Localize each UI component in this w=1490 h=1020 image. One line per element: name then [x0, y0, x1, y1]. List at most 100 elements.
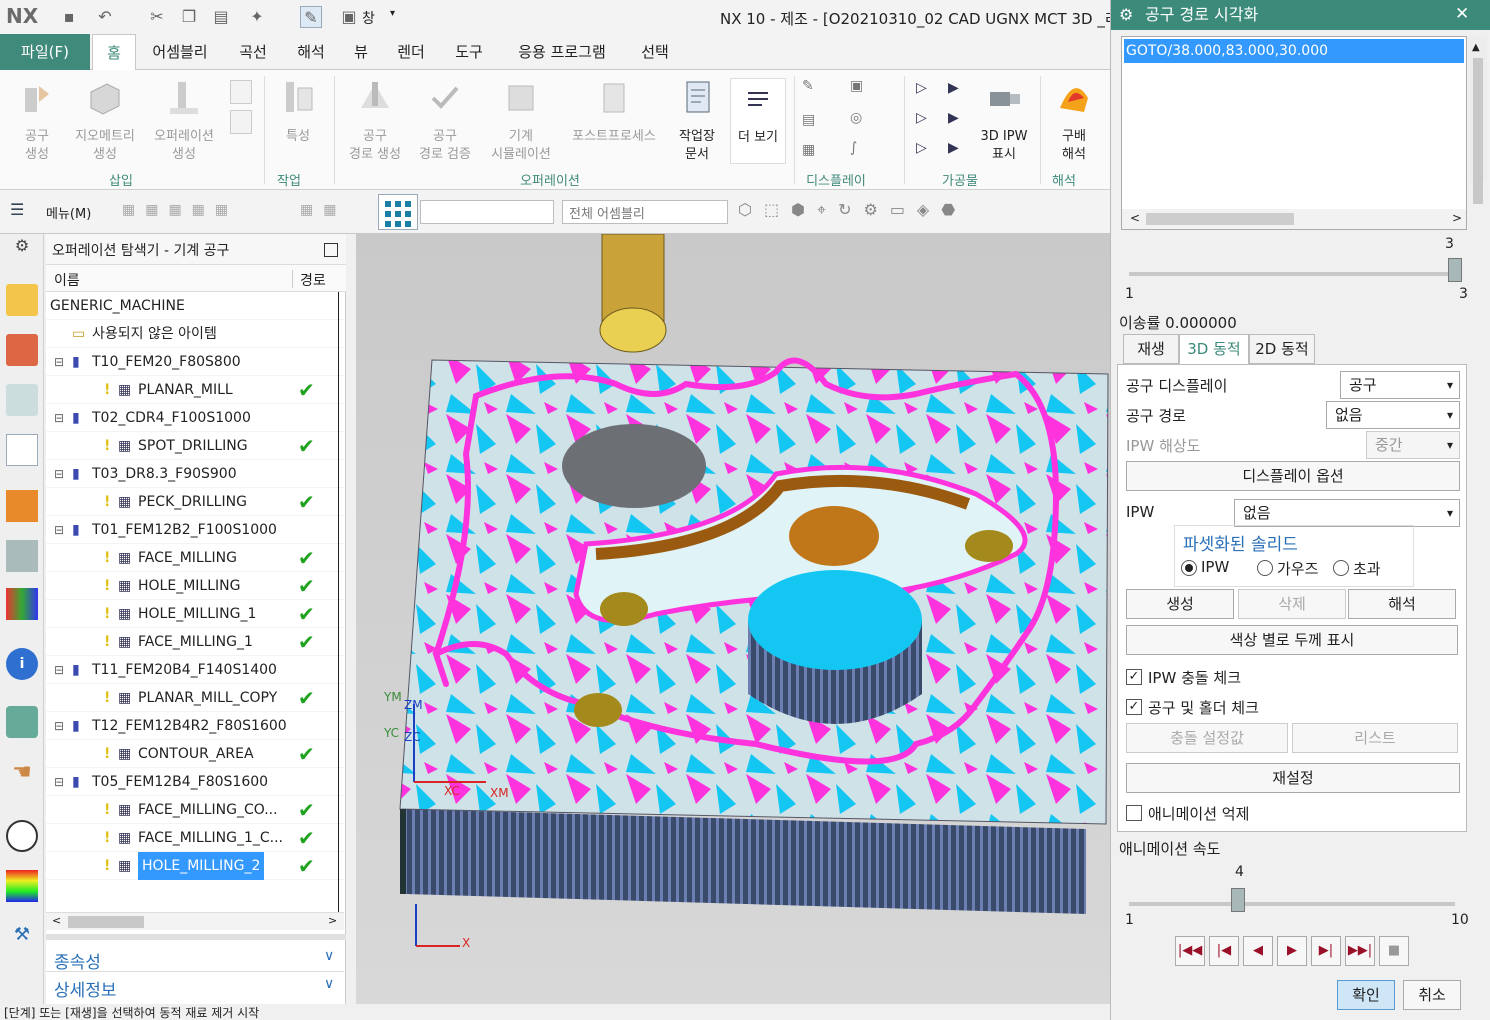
display-icon-6[interactable]: ∫: [850, 140, 876, 162]
radio-excess[interactable]: [1333, 560, 1349, 576]
collapse-icon[interactable]: ⊟: [54, 656, 64, 684]
generate-toolpath-button[interactable]: 공구 경로 생성: [342, 78, 408, 164]
tree-row[interactable]: ⊟ ▮ T02_CDR4_F100S1000: [46, 404, 344, 432]
roles-icon[interactable]: [6, 490, 38, 522]
tree-row[interactable]: ! ▦ HOLE_MILLING_2 ✔: [46, 852, 344, 880]
tree-row[interactable]: ! ▦ FACE_MILLING ✔: [46, 544, 344, 572]
reset-button[interactable]: 재설정: [1126, 763, 1460, 793]
tree-row[interactable]: ⊟ ▮ T11_FEM20B4_F140S1400: [46, 656, 344, 684]
stop-icon[interactable]: ■: [1379, 936, 1409, 966]
collapse-icon[interactable]: ⊟: [54, 516, 64, 544]
palette-icon[interactable]: [6, 588, 38, 620]
step-slider-thumb[interactable]: [1448, 258, 1462, 282]
menu-button[interactable]: 메뉴(M): [46, 203, 91, 222]
machine-simulation-button[interactable]: 기계 시뮬레이션: [484, 78, 558, 164]
tool-display-dropdown[interactable]: 공구: [1340, 371, 1460, 399]
undo-icon[interactable]: ↶: [94, 6, 116, 28]
create-operation-button[interactable]: 오퍼레이션 생성: [146, 78, 222, 164]
blank-icon-6[interactable]: ▶: [948, 140, 959, 156]
display-icon-2[interactable]: ▤: [802, 112, 828, 134]
ipw-dropdown[interactable]: 없음: [1234, 499, 1460, 527]
cl-listbox[interactable]: GOTO/38.000,83.000,30.000 < >: [1121, 36, 1467, 230]
tree-row[interactable]: ⊟ ▮ T05_FEM12B4_F80S1600: [46, 768, 344, 796]
tree-row[interactable]: ⊟ ▮ T12_FEM12B4R2_F80S1600: [46, 712, 344, 740]
chevron-right-icon[interactable]: >: [328, 914, 337, 927]
details-section[interactable]: 상세정보 ∨: [46, 974, 344, 1001]
postprocess-button[interactable]: 포스트프로세스: [564, 78, 664, 146]
tab-render[interactable]: 렌더: [388, 34, 434, 70]
tree-row[interactable]: GENERIC_MACHINE: [46, 292, 344, 320]
tab-3d-dynamic[interactable]: 3D 동적: [1179, 334, 1249, 365]
tree-row[interactable]: ⊟ ▮ T03_DR8.3_F90S900: [46, 460, 344, 488]
scrollbar-thumb[interactable]: [1146, 213, 1294, 225]
selection-grid-icon[interactable]: [378, 194, 418, 230]
small-geometry-icon[interactable]: [230, 110, 252, 134]
tree-row[interactable]: ▭ 사용되지 않은 아이템: [46, 320, 344, 348]
speed-slider-thumb[interactable]: [1230, 888, 1245, 912]
reuse-library-icon[interactable]: [6, 384, 38, 416]
tab-analysis[interactable]: 해석: [286, 34, 336, 70]
display-icon-5[interactable]: ◎: [850, 110, 876, 132]
tree-row[interactable]: ⊟ ▮ T10_FEM20_F80S800: [46, 348, 344, 376]
column-path[interactable]: 경로: [300, 270, 326, 290]
type-filter-combo[interactable]: [420, 200, 554, 224]
collision-settings-button[interactable]: 충돌 설정값: [1126, 723, 1288, 753]
chevron-left-icon[interactable]: <: [1130, 211, 1140, 225]
create-geometry-button[interactable]: 지오메트리 생성: [66, 78, 144, 164]
horizontal-scrollbar[interactable]: < >: [46, 912, 344, 930]
step-back-icon[interactable]: |◀: [1209, 936, 1239, 966]
list-button[interactable]: 리스트: [1292, 723, 1458, 753]
constraint-navigator-icon[interactable]: [6, 334, 38, 366]
step-slider-track[interactable]: [1129, 272, 1455, 276]
tree-row[interactable]: ⊟ ▮ T01_FEM12B2_F100S1000: [46, 516, 344, 544]
paste-icon[interactable]: ▤: [210, 6, 232, 28]
chevron-down-icon[interactable]: ▾: [390, 8, 395, 19]
tree-row[interactable]: ! ▦ PLANAR_MILL ✔: [46, 376, 344, 404]
blank-icon-3[interactable]: ▷: [916, 110, 927, 126]
cancel-button[interactable]: 취소: [1403, 980, 1461, 1010]
graphics-viewport[interactable]: YM ZM YC ZC XC XM X: [356, 233, 1110, 1004]
view-icons[interactable]: ▦▦▦▦▦: [122, 202, 282, 222]
tree-row[interactable]: ! ▦ HOLE_MILLING ✔: [46, 572, 344, 600]
delete-button[interactable]: 삭제: [1238, 589, 1346, 619]
speed-slider-track[interactable]: [1129, 902, 1455, 906]
hand-icon[interactable]: ☚: [6, 760, 38, 792]
chevron-right-icon[interactable]: >: [1452, 211, 1462, 225]
snap-icons[interactable]: ⬡⬚⬢⌖↻⚙▭◈⬣: [738, 200, 1098, 224]
window-menu[interactable]: 창: [362, 8, 375, 28]
color-thickness-button[interactable]: 색상 별로 두께 표시: [1126, 625, 1458, 655]
clock-icon[interactable]: [6, 820, 38, 852]
create-tool-button[interactable]: 공구 생성: [10, 78, 64, 164]
create-button[interactable]: 생성: [1126, 589, 1234, 619]
more-button[interactable]: 더 보기: [730, 78, 786, 164]
cut-icon[interactable]: ✂: [146, 6, 168, 28]
repeat-command-icon[interactable]: ✦: [246, 6, 268, 28]
menu-icon[interactable]: ☰: [10, 200, 38, 224]
tab-home[interactable]: 홈: [92, 34, 136, 70]
radio-gouge[interactable]: [1257, 560, 1273, 576]
cl-list-item[interactable]: GOTO/38.000,83.000,30.000: [1124, 39, 1464, 63]
tab-replay[interactable]: 재생: [1123, 334, 1179, 364]
info-icon[interactable]: i: [6, 648, 38, 680]
shop-docs-button[interactable]: 작업장 문서: [668, 78, 726, 164]
blank-icon-4[interactable]: ▶: [948, 110, 959, 126]
go-to-start-icon[interactable]: |◀◀: [1175, 936, 1205, 966]
ipw-collision-checkbox[interactable]: ✓: [1126, 669, 1142, 685]
step-forward-icon[interactable]: ▶|: [1311, 936, 1341, 966]
collapse-icon[interactable]: ⊟: [54, 404, 64, 432]
gear-icon[interactable]: ⚙: [1119, 5, 1133, 24]
tool-path-dropdown[interactable]: 없음: [1326, 401, 1460, 429]
show-3d-ipw-button[interactable]: 3D IPW 표시: [974, 78, 1034, 164]
tool-holder-checkbox[interactable]: ✓: [1126, 699, 1142, 715]
tab-selection[interactable]: 선택: [632, 34, 678, 70]
go-to-end-icon[interactable]: ▶▶|: [1345, 936, 1375, 966]
collapse-icon[interactable]: ⊟: [54, 460, 64, 488]
tab-2d-dynamic[interactable]: 2D 동적: [1249, 334, 1315, 364]
tree-row[interactable]: ! ▦ SPOT_DRILLING ✔: [46, 432, 344, 460]
save-icon[interactable]: ▪: [58, 6, 80, 28]
column-name[interactable]: 이름: [54, 270, 80, 290]
analyze-button[interactable]: 해석: [1348, 589, 1456, 619]
tab-assembly[interactable]: 어셈블리: [142, 34, 218, 70]
display-icon-1[interactable]: ✎: [802, 78, 828, 100]
gear-icon[interactable]: ⚙: [6, 236, 38, 268]
